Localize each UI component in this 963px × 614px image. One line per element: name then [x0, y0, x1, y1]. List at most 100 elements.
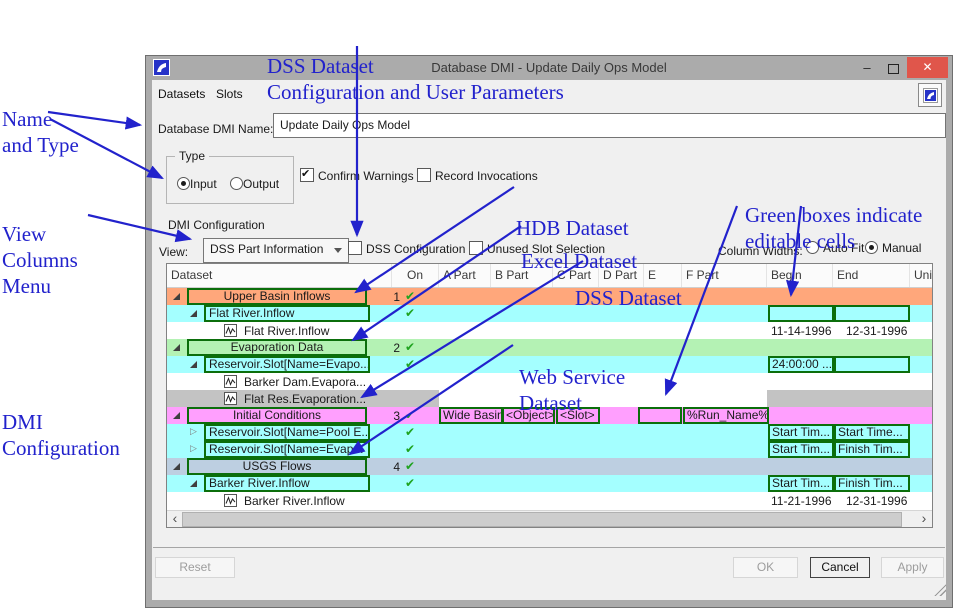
end-date-text: 12-31-1996 [846, 324, 907, 338]
table-row[interactable]: Barker River.Inflow 11-21-1996 12-31-1996 [167, 492, 932, 509]
record-invocations-box[interactable] [417, 168, 431, 182]
begin-date-text: 11-21-1996 [771, 494, 832, 508]
annotation-dss-dataset-configuration: DSS DatasetConfiguration and User Parame… [267, 1, 564, 157]
series-slot-icon [224, 392, 237, 405]
on-checkmark-icon[interactable]: ✔ [405, 340, 415, 354]
dataset-label[interactable]: Barker River.Inflow [244, 494, 345, 508]
dss-configuration-box[interactable] [348, 241, 362, 255]
expanded-toggle-icon[interactable] [190, 480, 197, 487]
dataset-label-box[interactable]: USGS Flows [187, 458, 367, 475]
type-legend: Type [175, 149, 209, 163]
minimize-button[interactable]: – [856, 59, 878, 77]
menu-item-slots[interactable]: Slots [216, 87, 243, 101]
editable-begin-cell[interactable] [768, 305, 834, 322]
scroll-left-arrow[interactable]: ‹ [168, 511, 182, 527]
on-checkmark-icon[interactable]: ✔ [405, 357, 415, 371]
collapsed-toggle-icon[interactable]: ▷ [190, 443, 197, 454]
selection-highlight [767, 390, 932, 407]
dataset-label[interactable]: Barker Dam.Evapora... [244, 375, 366, 389]
reset-button[interactable]: Reset [155, 557, 235, 578]
on-checkmark-icon[interactable]: ✔ [405, 425, 415, 439]
dss-configuration-checkbox[interactable]: DSS Configuration [348, 241, 465, 256]
expanded-toggle-icon[interactable] [173, 463, 180, 470]
resize-grip[interactable] [934, 584, 946, 596]
editable-end-cell[interactable]: Finish Tim... [834, 475, 910, 492]
series-slot-icon [224, 494, 237, 507]
begin-date-text: 11-14-1996 [771, 324, 832, 338]
unused-slot-selection-box[interactable] [469, 241, 483, 255]
annotation-dmi-configuration: DMIConfiguration [2, 357, 120, 513]
on-checkmark-icon[interactable]: ✔ [405, 306, 415, 320]
dataset-number: 3 [388, 409, 400, 423]
dmi-toolbar-button[interactable] [918, 83, 942, 107]
annotation-web-service-dataset: Web ServiceDataset [519, 312, 625, 468]
dataset-label-box[interactable]: Flat River.Inflow [204, 305, 370, 322]
maximize-button[interactable] [882, 59, 904, 77]
editable-part-cell[interactable]: %Run_Name% [683, 407, 769, 424]
on-checkmark-icon[interactable]: ✔ [405, 442, 415, 456]
on-checkmark-icon[interactable]: ✔ [405, 289, 415, 303]
dmi-name-label: Database DMI Name: [158, 122, 273, 136]
editable-end-cell[interactable] [834, 305, 910, 322]
radio-output-circle[interactable] [230, 177, 243, 190]
view-select[interactable]: DSS Part Information [203, 238, 349, 263]
editable-begin-cell[interactable]: 24:00:00 ... [768, 356, 834, 373]
editable-begin-cell[interactable]: Start Tim... [768, 424, 834, 441]
column-header-dataset[interactable]: Dataset [167, 264, 392, 287]
on-checkmark-icon[interactable]: ✔ [405, 459, 415, 473]
editable-end-cell[interactable]: Finish Tim... [834, 441, 910, 458]
expanded-toggle-icon[interactable] [173, 344, 180, 351]
dataset-label-box[interactable]: Reservoir.Slot[Name=Pool E... [204, 424, 370, 441]
editable-begin-cell[interactable]: Start Tim... [768, 475, 834, 492]
radio-input[interactable]: Input [177, 177, 217, 191]
dataset-number: 2 [388, 341, 400, 355]
editable-part-cell[interactable]: Wide Basin [439, 407, 503, 424]
confirm-warnings-checkbox[interactable]: Confirm Warnings [300, 168, 414, 183]
editable-end-cell[interactable] [834, 356, 910, 373]
dataset-label-box[interactable]: Initial Conditions [187, 407, 367, 424]
radio-output[interactable]: Output [230, 177, 279, 191]
expanded-toggle-icon[interactable] [173, 412, 180, 419]
series-slot-icon [224, 375, 237, 388]
dmi-configuration-section-label: DMI Configuration [168, 218, 265, 232]
ok-button[interactable]: OK [733, 557, 798, 578]
close-button[interactable]: ✕ [907, 57, 948, 78]
maximize-icon [888, 64, 899, 74]
menu-item-datasets[interactable]: Datasets [158, 87, 205, 101]
table-row[interactable]: Barker River.Inflow ✔ Start Tim...Finish T… [167, 475, 932, 492]
cancel-button[interactable]: Cancel [810, 557, 870, 578]
dataset-label-box[interactable]: Reservoir.Slot[Name=Evapo... [204, 356, 370, 373]
radio-input-circle[interactable] [177, 177, 190, 190]
button-separator [153, 547, 945, 548]
column-header-on[interactable]: On [392, 264, 439, 287]
column-header-a-part[interactable]: A Part [439, 264, 491, 287]
dataset-number: 1 [388, 290, 400, 304]
scrollbar-thumb[interactable] [182, 512, 902, 527]
apply-button[interactable]: Apply [881, 557, 944, 578]
view-label: View: [159, 245, 188, 259]
view-select-value: DSS Part Information [210, 242, 323, 256]
expanded-toggle-icon[interactable] [173, 293, 180, 300]
confirm-warnings-box[interactable] [300, 168, 314, 182]
dataset-number: 4 [388, 460, 400, 474]
series-slot-icon [224, 324, 237, 337]
dataset-label-box[interactable]: Evaporation Data [187, 339, 367, 356]
expanded-toggle-icon[interactable] [190, 310, 197, 317]
dataset-label-box[interactable]: Reservoir.Slot[Name=Evap... [204, 441, 370, 458]
horizontal-scrollbar[interactable]: ‹ › [167, 510, 932, 527]
scroll-right-arrow[interactable]: › [917, 511, 931, 527]
dataset-label-box[interactable]: Upper Basin Inflows [187, 288, 367, 305]
editable-part-cell[interactable] [638, 407, 682, 424]
on-checkmark-icon[interactable]: ✔ [405, 476, 415, 490]
end-date-text: 12-31-1996 [846, 494, 907, 508]
dataset-label-box[interactable]: Barker River.Inflow [204, 475, 370, 492]
dataset-label[interactable]: Flat Res.Evaporation... [244, 392, 366, 406]
editable-begin-cell[interactable]: Start Tim... [768, 441, 834, 458]
collapsed-toggle-icon[interactable]: ▷ [190, 426, 197, 437]
chevron-down-icon [334, 248, 342, 253]
editable-end-cell[interactable]: Start Time... [834, 424, 910, 441]
annotation-view-columns-menu: ViewColumnsMenu [2, 169, 78, 351]
dataset-label[interactable]: Flat River.Inflow [244, 324, 329, 338]
on-checkmark-icon[interactable]: ✔ [405, 408, 415, 422]
expanded-toggle-icon[interactable] [190, 361, 197, 368]
